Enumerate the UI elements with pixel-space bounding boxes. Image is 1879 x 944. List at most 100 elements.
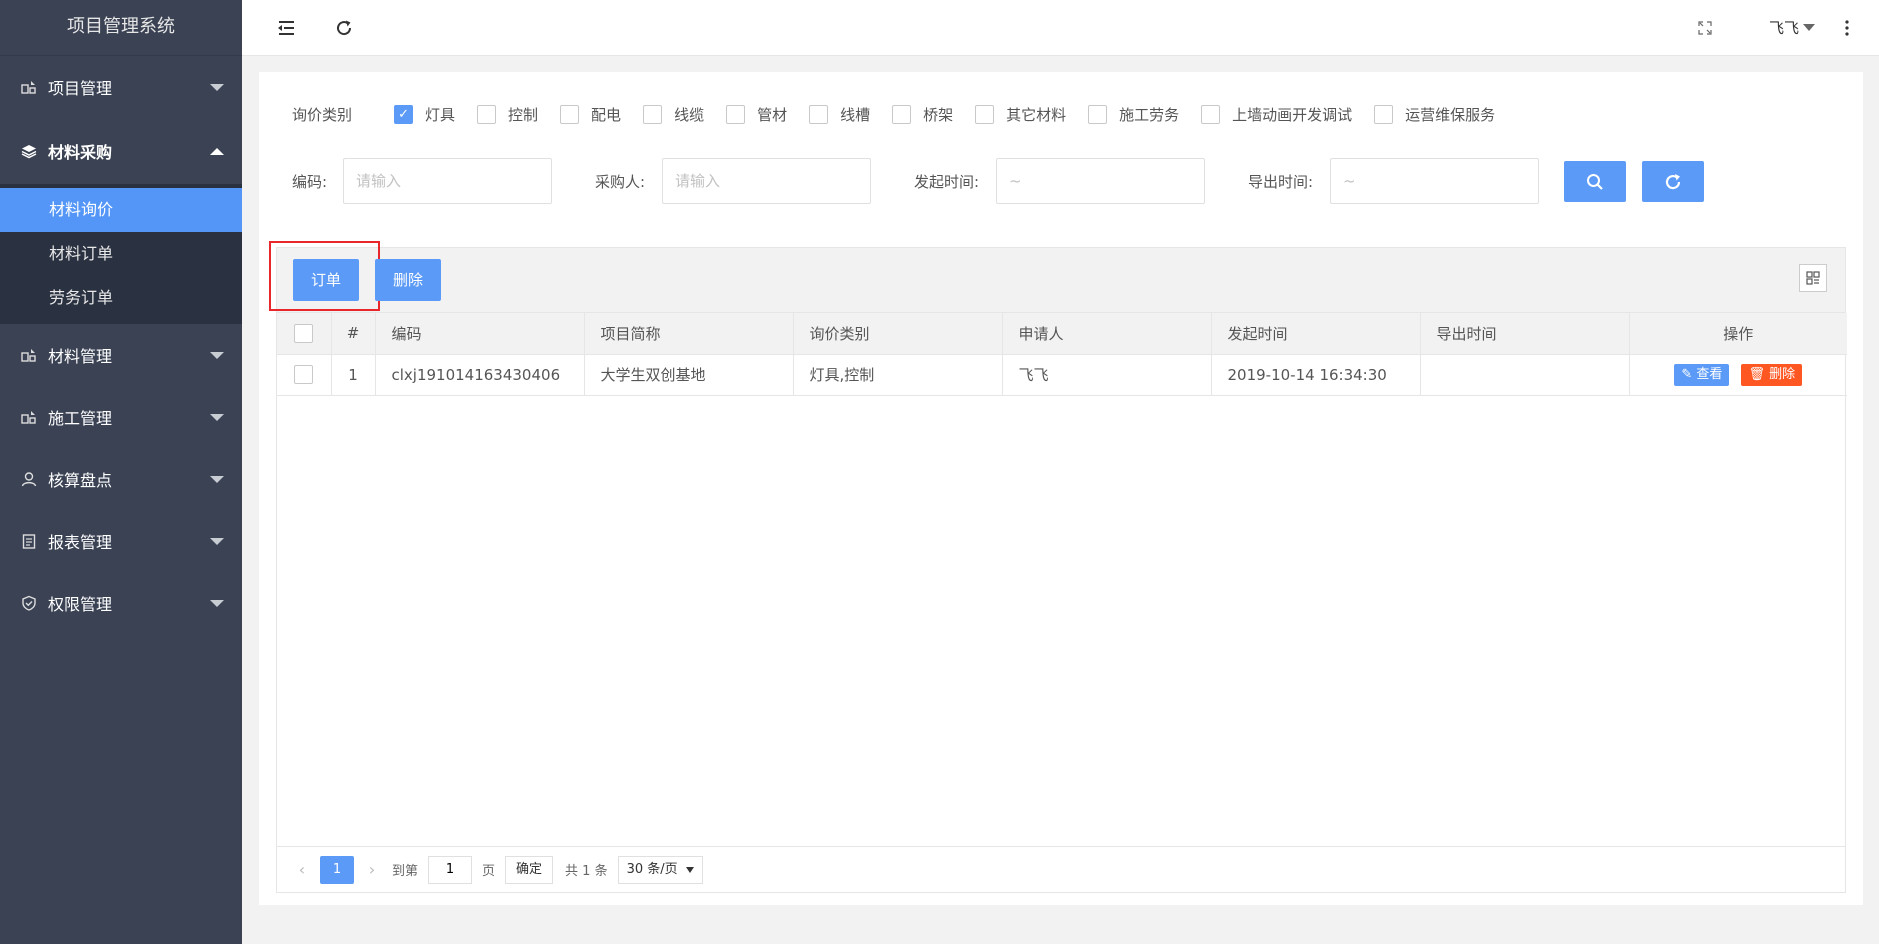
col-header-export-time: 导出时间 xyxy=(1420,313,1630,355)
select-all-checkbox[interactable] xyxy=(294,323,314,343)
prev-page-icon[interactable]: ‹ xyxy=(292,860,312,879)
user-menu[interactable]: 飞飞 xyxy=(1769,17,1815,38)
caret-down-icon xyxy=(685,866,694,873)
view-button[interactable]: ✎ 查看 xyxy=(1674,363,1730,386)
column-settings-icon[interactable] xyxy=(1799,264,1827,292)
cell-start-time: 2019-10-14 16:34:30 xyxy=(1211,354,1421,396)
order-button[interactable]: 订单 xyxy=(293,259,360,301)
data-table-container: 订单 删除 # 编码 项目简称 询价类别 申请人 发起时间 导出时间 操作 1 … xyxy=(269,241,1847,893)
delete-button[interactable]: 删除 xyxy=(375,259,442,301)
chevron-down-icon xyxy=(210,600,224,607)
checkbox-cable[interactable]: 线缆 xyxy=(643,104,704,125)
checkbox-trunking[interactable]: 线槽 xyxy=(809,104,870,125)
sidebar-item-permission[interactable]: 权限管理 xyxy=(0,572,242,634)
row-delete-button[interactable]: 🗑 删除 xyxy=(1741,363,1803,386)
refresh-icon[interactable] xyxy=(332,16,356,40)
checkbox-box xyxy=(643,104,663,124)
table-header-row: # 编码 项目简称 询价类别 申请人 发起时间 导出时间 操作 xyxy=(277,313,1847,355)
checkbox-box xyxy=(560,104,580,124)
goto-page-input[interactable] xyxy=(428,855,473,884)
sidebar-subitem-material-inquiry[interactable]: 材料询价 xyxy=(0,188,242,232)
menu-collapse-icon[interactable] xyxy=(274,16,298,40)
search-button[interactable] xyxy=(1564,161,1626,202)
sidebar-item-label: 核算盘点 xyxy=(48,471,113,490)
user-icon xyxy=(20,470,38,488)
checkbox-box xyxy=(1201,104,1221,124)
cell-project: 大学生双创基地 xyxy=(584,354,794,396)
checkbox-wall-animation[interactable]: 上墙动画开发调试 xyxy=(1201,104,1352,125)
sidebar-item-label: 报表管理 xyxy=(48,533,113,552)
checkbox-box xyxy=(477,104,497,124)
sidebar-item-report[interactable]: 报表管理 xyxy=(0,510,242,572)
checkbox-control[interactable]: 控制 xyxy=(477,104,538,125)
page-number-current[interactable]: 1 xyxy=(320,855,354,884)
sidebar-subitem-material-order[interactable]: 材料订单 xyxy=(0,232,242,276)
col-header-code: 编码 xyxy=(375,313,585,355)
sidebar-item-material-management[interactable]: 材料管理 xyxy=(0,324,242,386)
sidebar-item-label: 权限管理 xyxy=(48,595,113,614)
sidebar-subitem-labor-order[interactable]: 劳务订单 xyxy=(0,276,242,320)
goto-confirm-button[interactable]: 确定 xyxy=(505,855,554,884)
checkbox-pipe[interactable]: 管材 xyxy=(726,104,787,125)
caret-down-icon xyxy=(1803,24,1815,31)
cell-applicant: 飞飞 xyxy=(1002,354,1212,396)
chevron-up-icon xyxy=(210,148,224,155)
col-header-start-time: 发起时间 xyxy=(1211,313,1421,355)
more-vertical-icon[interactable] xyxy=(1835,16,1859,40)
inquiry-category-filter: 询价类别 ✓ 灯具 控制 配电 线缆 管材 线槽 桥架 其它材料 施工劳务 上墙动… xyxy=(292,99,1517,129)
project-icon xyxy=(20,408,38,426)
cell-index: 1 xyxy=(331,354,376,396)
sidebar-item-material-purchase[interactable]: 材料采购 xyxy=(0,118,242,184)
col-header-applicant: 申请人 xyxy=(1002,313,1212,355)
page-size-value: 30 条/页 xyxy=(626,861,678,877)
report-icon xyxy=(20,532,38,550)
checkbox-label: 线槽 xyxy=(840,105,871,124)
cell-export-time xyxy=(1420,354,1630,396)
next-page-icon[interactable]: › xyxy=(362,860,382,879)
checkbox-label: 管材 xyxy=(757,105,788,124)
row-checkbox[interactable] xyxy=(294,365,314,384)
sidebar: 项目管理系统 项目管理 材料采购 材料询价 材料订单 劳务订单 材料管理 施工管… xyxy=(0,0,242,944)
project-icon xyxy=(20,346,38,364)
sidebar-item-label: 材料管理 xyxy=(48,347,113,366)
chevron-down-icon xyxy=(210,84,224,91)
main-panel: 询价类别 ✓ 灯具 控制 配电 线缆 管材 线槽 桥架 其它材料 施工劳务 上墙动… xyxy=(259,72,1863,905)
col-header-category: 询价类别 xyxy=(793,313,1003,355)
chevron-down-icon xyxy=(210,414,224,421)
sidebar-item-project[interactable]: 项目管理 xyxy=(0,56,242,118)
chevron-down-icon xyxy=(210,352,224,359)
cell-category: 灯具,控制 xyxy=(793,354,1003,396)
page-label: 页 xyxy=(482,864,496,879)
export-time-input[interactable] xyxy=(1330,158,1539,204)
sidebar-item-accounting[interactable]: 核算盘点 xyxy=(0,448,242,510)
checkbox-other-materials[interactable]: 其它材料 xyxy=(975,104,1066,125)
project-icon xyxy=(20,78,38,96)
reset-button[interactable] xyxy=(1642,161,1704,202)
checkbox-maintenance-service[interactable]: 运营维保服务 xyxy=(1374,104,1495,125)
start-time-label: 发起时间: xyxy=(914,173,980,191)
edit-icon: ✎ xyxy=(1681,366,1693,382)
row-select-cell xyxy=(277,354,332,396)
goto-label: 到第 xyxy=(392,864,419,879)
code-input[interactable] xyxy=(343,158,552,204)
checkbox-bridge[interactable]: 桥架 xyxy=(892,104,953,125)
checkbox-label: 控制 xyxy=(508,105,539,124)
user-name: 飞飞 xyxy=(1768,19,1799,37)
col-header-actions: 操作 xyxy=(1629,313,1847,355)
checkbox-lamps[interactable]: ✓ 灯具 xyxy=(394,104,455,125)
checkbox-box xyxy=(809,104,829,124)
checkbox-construction-labor[interactable]: 施工劳务 xyxy=(1088,104,1179,125)
sidebar-item-construction[interactable]: 施工管理 xyxy=(0,386,242,448)
sidebar-item-label: 项目管理 xyxy=(48,79,113,98)
checkbox-distribution[interactable]: 配电 xyxy=(560,104,621,125)
search-form: 编码: 采购人: 发起时间: 导出时间: xyxy=(292,158,1852,204)
start-time-input[interactable] xyxy=(996,158,1205,204)
total-count: 共 1 条 xyxy=(565,864,608,879)
table-row: 1 clxj191014163430406 大学生双创基地 灯具,控制 飞飞 2… xyxy=(277,354,1847,396)
chevron-down-icon xyxy=(210,538,224,545)
col-header-project: 项目简称 xyxy=(584,313,794,355)
fullscreen-icon[interactable] xyxy=(1693,16,1717,40)
shield-icon xyxy=(20,594,38,612)
page-size-select[interactable]: 30 条/页 xyxy=(617,855,703,884)
buyer-input[interactable] xyxy=(662,158,871,204)
